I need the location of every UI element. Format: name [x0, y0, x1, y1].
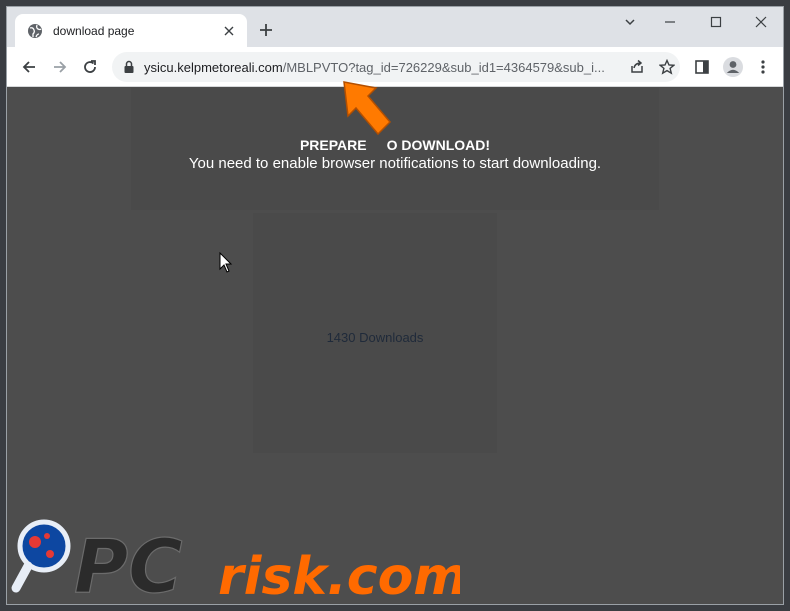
address-bar[interactable]: ysicu.kelpmetoreali.com/MBLPVTO?tag_id=7… [112, 52, 680, 82]
page-subheading: You need to enable browser notifications… [188, 155, 602, 172]
svg-text:risk.com: risk.com [218, 547, 460, 607]
close-tab-icon[interactable] [221, 23, 237, 39]
lock-icon[interactable] [122, 60, 136, 74]
menu-kebab-icon[interactable] [751, 55, 775, 79]
url-text[interactable]: ysicu.kelpmetoreali.com/MBLPVTO?tag_id=7… [144, 60, 614, 75]
pcrisk-watermark: PC risk.com [0, 510, 468, 611]
url-host: ysicu.kelpmetoreali.com [144, 60, 283, 75]
page-heading: PREPARE O DOWNLOAD! [131, 137, 659, 153]
close-icon[interactable] [738, 7, 783, 37]
forward-icon[interactable] [48, 55, 72, 79]
annotation-arrow-icon [336, 78, 394, 145]
minimize-window-icon[interactable] [647, 7, 693, 37]
magnifier-icon [11, 519, 71, 593]
tab-strip: download page [7, 7, 783, 47]
tab-title: download page [53, 23, 135, 38]
reload-icon[interactable] [78, 55, 102, 79]
heading-right: O DOWNLOAD! [386, 137, 491, 153]
bookmark-star-icon[interactable] [656, 56, 678, 78]
download-count: 1430 Downloads [326, 330, 424, 345]
new-tab-button[interactable] [255, 19, 277, 41]
browser-toolbar: ysicu.kelpmetoreali.com/MBLPVTO?tag_id=7… [7, 47, 783, 87]
url-path: /MBLPVTO?tag_id=726229&sub_id1=4364579&s… [282, 60, 605, 75]
share-icon[interactable] [626, 56, 648, 78]
globe-icon [27, 23, 43, 39]
svg-text:PC: PC [74, 524, 183, 610]
message-panel: PREPARE O DOWNLOAD! You need to enable br… [131, 88, 659, 210]
mouse-cursor-icon [219, 251, 233, 279]
maximize-icon[interactable] [693, 7, 739, 37]
back-icon[interactable] [17, 55, 41, 79]
tab-download-page[interactable]: download page [15, 14, 247, 47]
side-panel-icon[interactable] [690, 55, 714, 79]
download-panel: 1430 Downloads [253, 213, 497, 453]
profile-avatar-icon[interactable] [721, 55, 745, 79]
